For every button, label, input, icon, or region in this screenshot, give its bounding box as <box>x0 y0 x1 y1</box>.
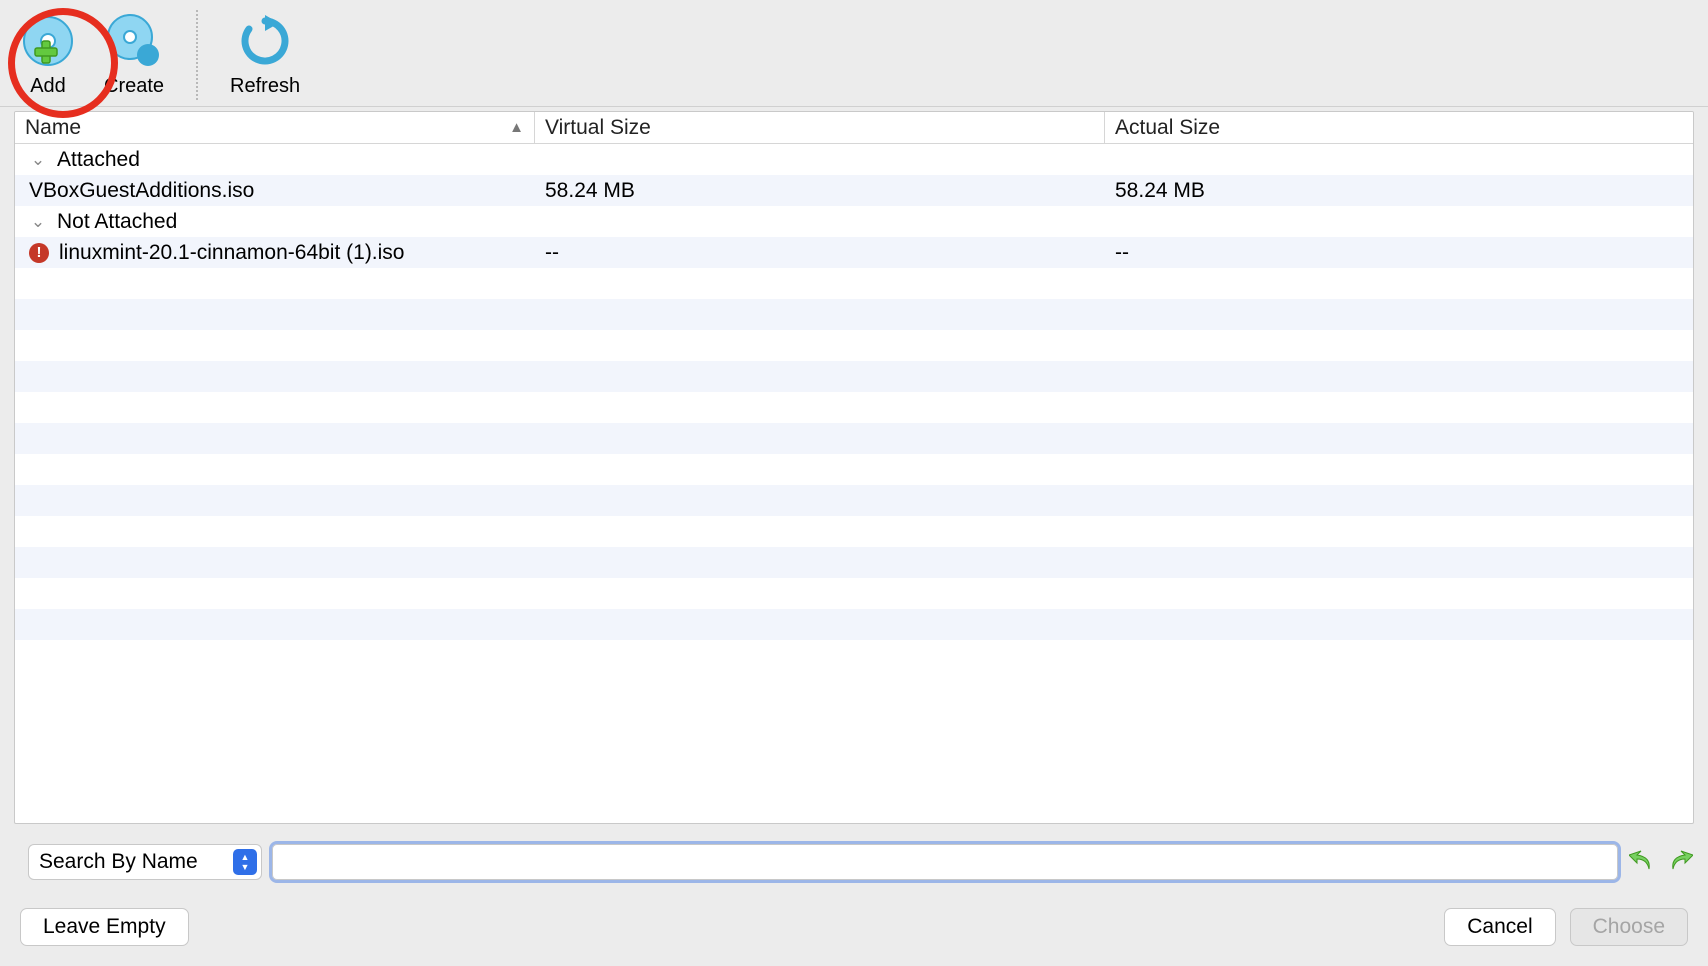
warning-icon: ! <box>29 243 49 263</box>
add-button[interactable]: Add <box>20 13 76 98</box>
table-row[interactable]: ! linuxmint-20.1-cinnamon-64bit (1).iso … <box>15 237 1693 268</box>
refresh-icon <box>237 13 293 69</box>
media-virtual-size: 58.24 MB <box>535 179 1105 203</box>
create-button-label: Create <box>104 75 164 98</box>
group-not-attached-label: Not Attached <box>57 210 177 234</box>
media-name: linuxmint-20.1-cinnamon-64bit (1).iso <box>59 241 405 265</box>
disc-add-icon <box>20 13 76 69</box>
column-header-virtual-size-label: Virtual Size <box>545 116 651 140</box>
dialog-footer: Leave Empty Cancel Choose <box>0 890 1708 966</box>
group-attached[interactable]: ⌄ Attached <box>15 144 1693 175</box>
column-header-actual-size-label: Actual Size <box>1115 116 1220 140</box>
table-header-row: Name ▲ Virtual Size Actual Size <box>15 112 1693 144</box>
column-header-virtual-size[interactable]: Virtual Size <box>535 112 1105 143</box>
search-input[interactable] <box>272 844 1618 880</box>
search-prev-icon[interactable] <box>1628 848 1656 876</box>
column-header-actual-size[interactable]: Actual Size <box>1105 112 1693 143</box>
leave-empty-button[interactable]: Leave Empty <box>20 908 189 946</box>
add-button-label: Add <box>30 75 66 98</box>
choose-button: Choose <box>1570 908 1688 946</box>
table-body[interactable]: ⌄ Attached VBoxGuestAdditions.iso 58.24 … <box>15 144 1693 823</box>
group-not-attached[interactable]: ⌄ Not Attached <box>15 206 1693 237</box>
search-bar: Search By Name ▲▼ <box>0 824 1708 890</box>
toolbar: Add Create Refresh <box>0 0 1708 107</box>
create-button[interactable]: Create <box>104 13 164 98</box>
table-row[interactable]: VBoxGuestAdditions.iso 58.24 MB 58.24 MB <box>15 175 1693 206</box>
media-name: VBoxGuestAdditions.iso <box>29 179 254 202</box>
cancel-button[interactable]: Cancel <box>1444 908 1555 946</box>
group-attached-label: Attached <box>57 148 140 172</box>
media-actual-size: -- <box>1105 241 1693 265</box>
search-next-icon[interactable] <box>1666 848 1694 876</box>
optical-disk-selector-window: Add Create Refresh <box>0 0 1708 966</box>
chevron-down-icon: ⌄ <box>29 150 47 170</box>
select-arrows-icon: ▲▼ <box>233 849 257 875</box>
refresh-button[interactable]: Refresh <box>230 13 300 98</box>
toolbar-separator <box>196 10 198 100</box>
media-table: Name ▲ Virtual Size Actual Size ⌄ Attach… <box>14 111 1694 824</box>
refresh-button-label: Refresh <box>230 75 300 98</box>
chevron-down-icon: ⌄ <box>29 212 47 232</box>
media-actual-size: 58.24 MB <box>1105 179 1693 203</box>
search-mode-select-label: Search By Name <box>39 850 198 874</box>
column-header-name-label: Name <box>25 116 81 140</box>
sort-ascending-icon: ▲ <box>509 119 524 136</box>
disc-create-icon <box>106 13 162 69</box>
search-mode-select[interactable]: Search By Name ▲▼ <box>28 844 262 880</box>
media-virtual-size: -- <box>535 241 1105 265</box>
column-header-name[interactable]: Name ▲ <box>15 112 535 143</box>
